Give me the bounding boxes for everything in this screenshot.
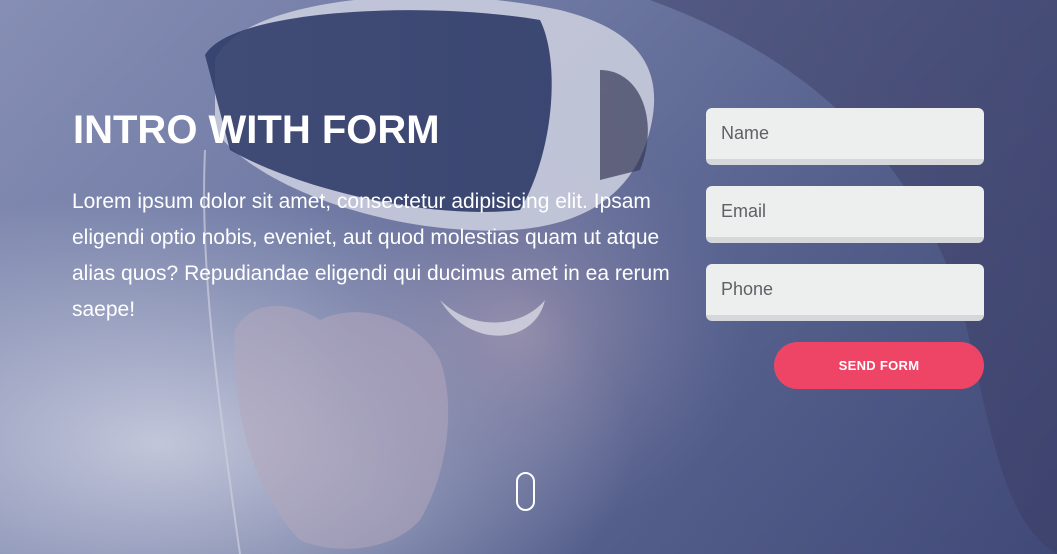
hero-title: INTRO WITH FORM [73,108,440,152]
hero-section: INTRO WITH FORM Lorem ipsum dolor sit am… [0,0,1057,554]
email-input[interactable] [706,186,984,243]
hero-description: Lorem ipsum dolor sit amet, consectetur … [72,190,670,321]
phone-input[interactable] [706,264,984,321]
name-input[interactable] [706,108,984,165]
intro-form [706,108,984,342]
send-form-button[interactable]: SEND FORM [774,342,984,389]
scroll-mouse-icon[interactable] [516,472,535,511]
